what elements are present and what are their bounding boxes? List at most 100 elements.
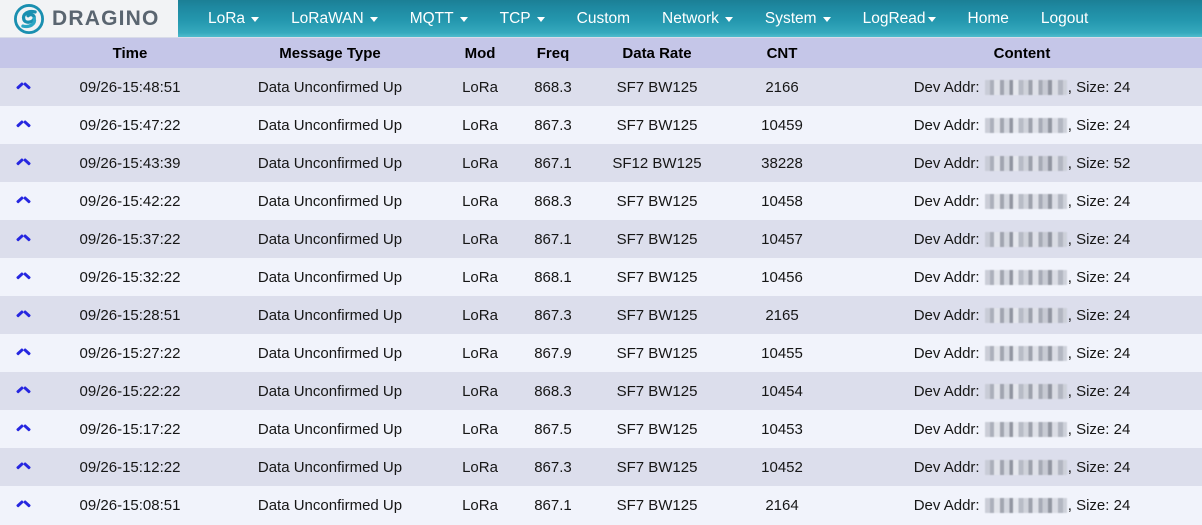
- chevron-up-icon[interactable]: [17, 122, 30, 130]
- chevron-up-icon[interactable]: [17, 160, 30, 168]
- column-header-cnt[interactable]: CNT: [722, 38, 842, 68]
- content-wrapper: Dev Addr: , Size: 24: [842, 372, 1202, 410]
- column-header-content[interactable]: Content: [842, 38, 1202, 68]
- cell-content: Dev Addr: , Size: 24: [842, 296, 1202, 334]
- nav-item-mqtt[interactable]: MQTT: [394, 0, 484, 37]
- table-row[interactable]: 09/26-15:47:22 Data Unconfirmed Up LoRa 867…: [0, 106, 1202, 144]
- table-row[interactable]: 09/26-15:42:22 Data Unconfirmed Up LoRa 868…: [0, 182, 1202, 220]
- payload-size-label: , Size: 24: [1067, 192, 1131, 210]
- cell-cnt: 2165: [765, 306, 799, 324]
- chevron-up-icon[interactable]: [17, 426, 30, 434]
- dev-addr-label: Dev Addr:: [913, 116, 984, 134]
- column-header-message-type[interactable]: Message Type: [214, 38, 446, 68]
- cell-data-rate: SF7 BW125: [616, 116, 698, 134]
- table-row[interactable]: 09/26-15:17:22 Data Unconfirmed Up LoRa 867…: [0, 410, 1202, 448]
- column-header-freq[interactable]: Freq: [514, 38, 592, 68]
- cell-time: 09/26-15:42:22: [79, 192, 181, 210]
- nav-item-home[interactable]: Home: [952, 0, 1025, 37]
- nav-item-system[interactable]: System: [749, 0, 847, 37]
- cell-data-rate: SF7 BW125: [616, 78, 698, 96]
- cell-data-rate: SF7 BW125: [616, 496, 698, 514]
- row-expand-toggle[interactable]: [0, 258, 46, 296]
- table-row[interactable]: 09/26-15:43:39 Data Unconfirmed Up LoRa 867…: [0, 144, 1202, 182]
- dev-addr-redacted-value: [984, 345, 1067, 361]
- cell-freq: 867.3: [534, 306, 572, 324]
- content-wrapper: Dev Addr: , Size: 24: [842, 296, 1202, 334]
- cell-freq: 867.1: [534, 230, 572, 248]
- chevron-up-icon[interactable]: [17, 464, 30, 472]
- nav-item-lorawan[interactable]: LoRaWAN: [275, 0, 394, 37]
- table-row[interactable]: 09/26-15:08:51 Data Unconfirmed Up LoRa 867…: [0, 486, 1202, 524]
- row-expand-toggle[interactable]: [0, 486, 46, 524]
- dev-addr-label: Dev Addr:: [913, 230, 984, 248]
- table-row[interactable]: 09/26-15:32:22 Data Unconfirmed Up LoRa 868…: [0, 258, 1202, 296]
- row-expand-toggle[interactable]: [0, 68, 46, 106]
- cell-data-rate: SF7 BW125: [616, 458, 698, 476]
- nav-item-tcp[interactable]: TCP: [484, 0, 561, 37]
- payload-size-label: , Size: 24: [1067, 382, 1131, 400]
- row-expand-toggle[interactable]: [0, 410, 46, 448]
- row-expand-toggle[interactable]: [0, 448, 46, 486]
- nav-item-label: MQTT: [409, 10, 454, 27]
- cell-cnt: 38228: [761, 154, 803, 172]
- content-wrapper: Dev Addr: , Size: 52: [842, 144, 1202, 182]
- column-header-mod[interactable]: Mod: [446, 38, 514, 68]
- payload-size-label: , Size: 24: [1067, 496, 1131, 514]
- chevron-down-icon: [724, 17, 733, 22]
- chevron-up-icon[interactable]: [17, 198, 30, 206]
- cell-mod: LoRa: [462, 116, 498, 134]
- nav-item-lora[interactable]: LoRa: [192, 0, 275, 37]
- table-row[interactable]: 09/26-15:48:51 Data Unconfirmed Up LoRa 868…: [0, 68, 1202, 106]
- row-expand-toggle[interactable]: [0, 106, 46, 144]
- dev-addr-label: Dev Addr:: [913, 154, 984, 172]
- table-row[interactable]: 09/26-15:12:22 Data Unconfirmed Up LoRa 867…: [0, 448, 1202, 486]
- table-row[interactable]: 09/26-15:37:22 Data Unconfirmed Up LoRa 867…: [0, 220, 1202, 258]
- row-expand-toggle[interactable]: [0, 372, 46, 410]
- payload-size-label: , Size: 24: [1067, 458, 1131, 476]
- payload-size-label: , Size: 24: [1067, 344, 1131, 362]
- dev-addr-label: Dev Addr:: [913, 458, 984, 476]
- dev-addr-redacted-value: [984, 421, 1067, 437]
- dev-addr-redacted-value: [984, 155, 1067, 171]
- cell-time: 09/26-15:47:22: [79, 116, 181, 134]
- column-header-time[interactable]: Time: [46, 38, 214, 68]
- content-wrapper: Dev Addr: , Size: 24: [842, 334, 1202, 372]
- row-expand-toggle[interactable]: [0, 220, 46, 258]
- chevron-up-icon[interactable]: [17, 274, 30, 282]
- chevron-up-icon[interactable]: [17, 388, 30, 396]
- cell-content: Dev Addr: , Size: 24: [842, 448, 1202, 486]
- cell-cnt: 10459: [761, 116, 803, 134]
- column-header-data-rate[interactable]: Data Rate: [592, 38, 722, 68]
- nav-item-network[interactable]: Network: [646, 0, 749, 37]
- chevron-up-icon[interactable]: [17, 350, 30, 358]
- cell-message-type: Data Unconfirmed Up: [257, 382, 403, 400]
- brand-logo[interactable]: DRAGINO: [0, 0, 178, 37]
- lorawan-packet-log-table: Time Message Type Mod Freq Data Rate CNT…: [0, 38, 1202, 524]
- table-row[interactable]: 09/26-15:28:51 Data Unconfirmed Up LoRa 867…: [0, 296, 1202, 334]
- cell-freq: 868.3: [534, 192, 572, 210]
- cell-message-type: Data Unconfirmed Up: [257, 154, 403, 172]
- payload-size-label: , Size: 24: [1067, 420, 1131, 438]
- nav-menu: LoRa LoRaWAN MQTT TCP Custom Network Sys…: [178, 0, 1202, 37]
- row-expand-toggle[interactable]: [0, 144, 46, 182]
- content-wrapper: Dev Addr: , Size: 24: [842, 220, 1202, 258]
- row-expand-toggle[interactable]: [0, 334, 46, 372]
- chevron-up-icon[interactable]: [17, 312, 30, 320]
- table-row[interactable]: 09/26-15:22:22 Data Unconfirmed Up LoRa 868…: [0, 372, 1202, 410]
- chevron-up-icon[interactable]: [17, 502, 30, 510]
- table-row[interactable]: 09/26-15:27:22 Data Unconfirmed Up LoRa 867…: [0, 334, 1202, 372]
- cell-message-type: Data Unconfirmed Up: [257, 306, 403, 324]
- dev-addr-redacted-value: [984, 193, 1067, 209]
- nav-item-logread[interactable]: LogRead: [847, 0, 952, 37]
- chevron-down-icon: [927, 17, 936, 22]
- payload-size-label: , Size: 24: [1067, 78, 1131, 96]
- nav-item-logout[interactable]: Logout: [1025, 0, 1104, 37]
- nav-item-label: Custom: [576, 10, 631, 27]
- row-expand-toggle[interactable]: [0, 182, 46, 220]
- cell-time: 09/26-15:32:22: [79, 268, 181, 286]
- chevron-up-icon[interactable]: [17, 236, 30, 244]
- chevron-up-icon[interactable]: [17, 84, 30, 92]
- row-expand-toggle[interactable]: [0, 296, 46, 334]
- nav-item-label: TCP: [499, 10, 531, 27]
- nav-item-custom[interactable]: Custom: [561, 0, 646, 37]
